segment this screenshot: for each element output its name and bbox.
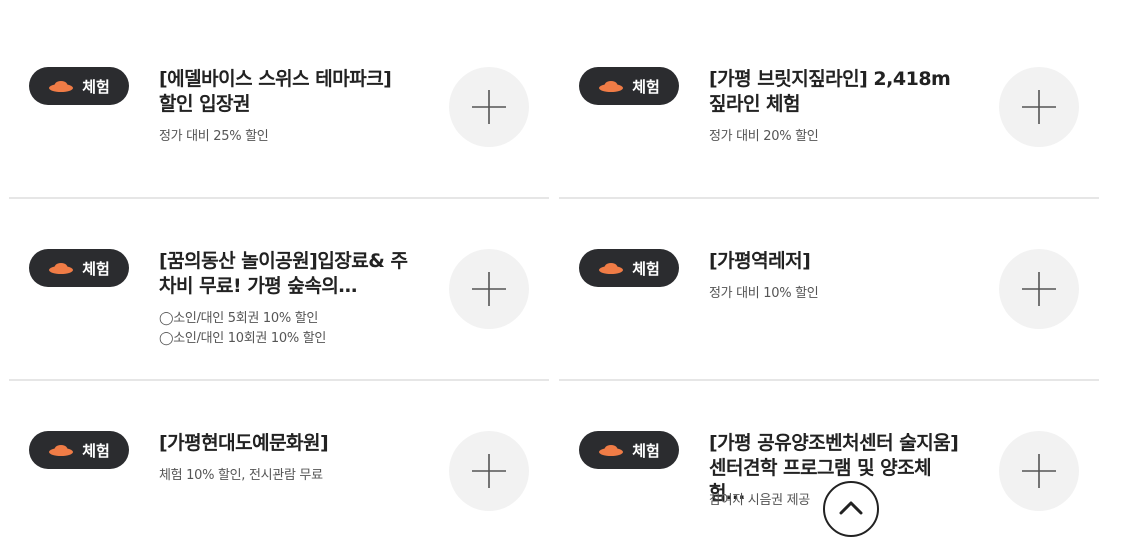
badge-label: 체험	[632, 441, 660, 460]
category-badge: 체험	[29, 67, 129, 105]
plus-icon	[1022, 90, 1056, 124]
item-desc: 정가 대비 20% 할인	[709, 129, 819, 144]
plus-icon	[472, 272, 506, 306]
badge-label: 체험	[632, 259, 660, 278]
row-divider	[559, 379, 1099, 381]
category-badge: 체험	[579, 249, 679, 287]
list-item[interactable]: 체험 [에델바이스 스위스 테마파크] 할인 입장권 정가 대비 25% 할인	[9, 67, 549, 197]
category-badge: 체험	[579, 431, 679, 469]
item-title[interactable]: [가평역레저]	[709, 249, 959, 274]
add-button[interactable]	[999, 249, 1079, 329]
add-button[interactable]	[449, 67, 529, 147]
row-divider	[9, 379, 549, 381]
badge-label: 체험	[82, 441, 110, 460]
item-desc: 참여자 시음권 제공	[709, 493, 810, 508]
chevron-up-icon	[839, 501, 863, 515]
hat-icon	[49, 445, 74, 456]
category-badge: 체험	[29, 431, 129, 469]
category-badge: 체험	[29, 249, 129, 287]
row-divider	[559, 197, 1099, 199]
hat-icon	[599, 263, 624, 274]
item-desc: ◯소인/대인 10회권 10% 할인	[159, 331, 327, 346]
row-divider	[9, 197, 549, 199]
badge-label: 체험	[82, 259, 110, 278]
item-title[interactable]: [에델바이스 스위스 테마파크] 할인 입장권	[159, 67, 409, 117]
add-button[interactable]	[999, 67, 1079, 147]
item-title[interactable]: [가평현대도예문화원]	[159, 431, 409, 456]
scroll-to-top-button[interactable]	[823, 481, 879, 537]
badge-label: 체험	[82, 77, 110, 96]
hat-icon	[599, 81, 624, 92]
add-button[interactable]	[999, 431, 1079, 511]
list-item[interactable]: 체험 [가평 브릿지짚라인] 2,418m 짚라인 체험 정가 대비 20% 할…	[559, 67, 1099, 197]
plus-icon	[472, 90, 506, 124]
item-title[interactable]: [꿈의동산 놀이공원]입장료& 주차비 무료! 가평 숲속의…	[159, 249, 409, 299]
hat-icon	[599, 445, 624, 456]
item-desc: 정가 대비 10% 할인	[709, 286, 819, 301]
item-desc: 체험 10% 할인, 전시관람 무료	[159, 468, 323, 483]
product-grid: 체험 [에델바이스 스위스 테마파크] 할인 입장권 정가 대비 25% 할인 …	[0, 0, 1131, 550]
plus-icon	[1022, 454, 1056, 488]
category-badge: 체험	[579, 67, 679, 105]
item-title[interactable]: [가평 브릿지짚라인] 2,418m 짚라인 체험	[709, 67, 959, 117]
item-desc: ◯소인/대인 5회권 10% 할인	[159, 311, 319, 326]
badge-label: 체험	[632, 77, 660, 96]
plus-icon	[472, 454, 506, 488]
list-item[interactable]: 체험 [꿈의동산 놀이공원]입장료& 주차비 무료! 가평 숲속의… ◯소인/대…	[9, 249, 549, 379]
add-button[interactable]	[449, 431, 529, 511]
list-item[interactable]: 체험 [가평현대도예문화원] 체험 10% 할인, 전시관람 무료	[9, 431, 549, 541]
plus-icon	[1022, 272, 1056, 306]
item-desc: 정가 대비 25% 할인	[159, 129, 269, 144]
add-button[interactable]	[449, 249, 529, 329]
list-item[interactable]: 체험 [가평역레저] 정가 대비 10% 할인	[559, 249, 1099, 379]
hat-icon	[49, 81, 74, 92]
hat-icon	[49, 263, 74, 274]
